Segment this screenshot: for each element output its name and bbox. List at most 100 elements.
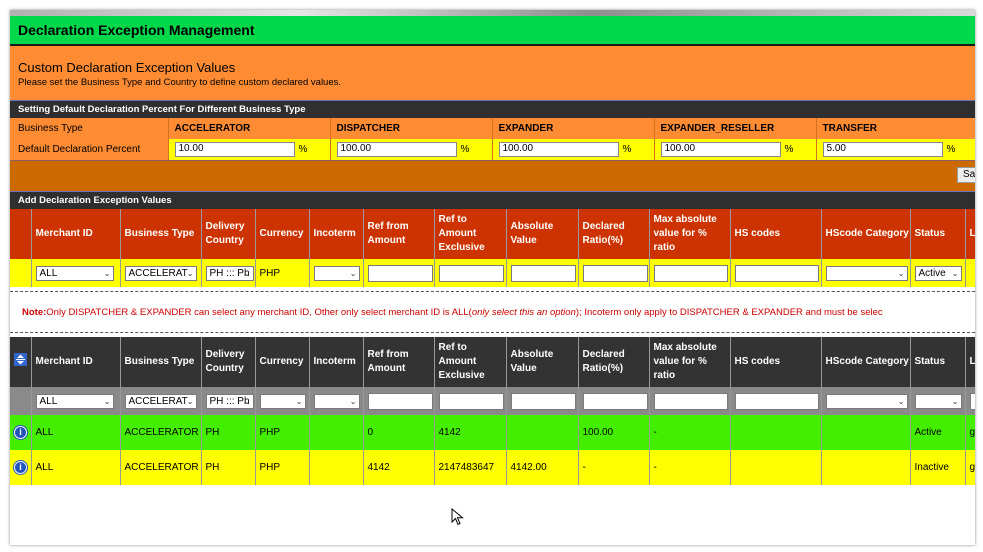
percent-cell-dispatcher: 100.00% [329,139,492,160]
percent-cell-transfer: 5.00% [815,139,975,160]
list-col-delivery-country[interactable]: Delivery Country [201,337,256,387]
cell-max-abs: - [649,415,731,450]
country-select[interactable]: PH ::: Ph ⌄ [205,265,254,281]
ref-from-input[interactable] [367,264,433,282]
list-col-currency[interactable]: Currency [255,337,310,387]
ref-to-input[interactable] [438,264,504,282]
chevron-down-icon: ⌄ [897,268,905,278]
page-title: Declaration Exception Management [10,16,975,46]
cell-status: Active [910,415,966,450]
info-icon[interactable]: i [14,426,27,439]
list-col-ratio[interactable]: Declared Ratio(%) [578,337,650,387]
max-abs-input[interactable] [653,264,728,282]
cell-max-abs: - [649,450,731,485]
percent-cell-expander-reseller: 100.00% [653,139,816,160]
note-prefix: Note: [22,306,47,318]
filter-ratio-input[interactable] [582,392,648,410]
cell-absolute [506,415,579,450]
col-hs-category: HScode Category [821,209,911,259]
cell-country: PH [201,415,256,450]
save-bar: Sa [10,160,975,191]
filter-merchant-select[interactable]: ALL ⌄ [35,393,114,409]
list-col-ref-to[interactable]: Ref to Amount Exclusive [434,337,507,387]
table-row[interactable]: i ALL ACCELERATOR PH PHP 4142 2147483647… [10,450,975,485]
absolute-input[interactable] [510,264,576,282]
col-incoterm: Incoterm [309,209,364,259]
save-button[interactable]: Sa [957,167,975,183]
filter-last-input[interactable] [969,392,975,410]
list-header-row: Merchant ID Business Type Delivery Count… [10,337,975,387]
business-type-select[interactable]: ACCELERAT ⌄ [124,265,197,281]
percent-input-dispatcher[interactable]: 100.00 [336,142,457,157]
filter-hs-codes-input[interactable] [734,392,819,410]
merchant-select[interactable]: ALL ⌄ [35,265,114,281]
hs-category-select[interactable]: ⌄ [825,265,908,281]
incoterm-select[interactable]: ⌄ [313,265,360,281]
percent-cell-accelerator: 10.00% [167,139,330,160]
filter-max-abs-input[interactable] [653,392,728,410]
filter-country-select[interactable]: PH ::: Ph ⌄ [205,393,254,409]
section-heading: Custom Declaration Exception Values [18,60,236,75]
add-form-row: ALL ⌄ ACCELERAT ⌄ PH ::: Ph ⌄ PHP ⌄ ⌄ Activ… [10,259,975,287]
list-col-business-type[interactable]: Business Type [120,337,202,387]
filter-status-select[interactable]: ⌄ [914,393,962,409]
list-col-status[interactable]: Status [910,337,966,387]
chevron-down-icon: ⌄ [951,268,959,278]
exceptions-list-table: Merchant ID Business Type Delivery Count… [10,337,975,485]
list-col-hs-category[interactable]: HScode Category [821,337,911,387]
cell-ratio: 100.00 [578,415,650,450]
col-status: Status [910,209,966,259]
list-col-merchant-id[interactable]: Merchant ID [31,337,121,387]
percent-input-expander[interactable]: 100.00 [498,142,619,157]
cell-hs [730,450,822,485]
chevron-down-icon: ⌄ [349,396,357,406]
filter-business-type-select[interactable]: ACCELERAT ⌄ [124,393,197,409]
cell-country: PH [201,450,256,485]
cell-ref-from: 4142 [363,450,435,485]
hs-codes-input[interactable] [734,264,819,282]
filter-incoterm-select[interactable]: ⌄ [313,393,360,409]
expand-collapse-icon[interactable] [14,353,27,366]
percent-sign: % [622,144,632,155]
currency-value: PHP [255,259,310,287]
cell-merchant: ALL [31,415,121,450]
col-ratio: Declared Ratio(%) [578,209,650,259]
cell-absolute: 4142.00 [506,450,579,485]
percent-sign: % [298,144,308,155]
filter-absolute-input[interactable] [510,392,576,410]
type-transfer: TRANSFER [815,118,975,139]
info-icon[interactable]: i [14,461,27,474]
percent-input-transfer[interactable]: 5.00 [822,142,943,157]
list-col-absolute[interactable]: Absolute Value [506,337,579,387]
list-col-hs-codes[interactable]: HS codes [730,337,822,387]
cell-ref-to: 4142 [434,415,507,450]
filter-hs-category-select[interactable]: ⌄ [825,393,908,409]
cell-currency: PHP [255,415,310,450]
cell-status: Inactive [910,450,966,485]
cell-hs-cat [821,450,911,485]
col-last: L [965,209,975,259]
percent-row: Default Declaration Percent 10.00% 100.0… [10,139,975,160]
percent-sign: % [784,144,794,155]
note-italic: only select this an option [471,306,576,318]
status-select[interactable]: Active ⌄ [914,265,962,281]
col-merchant-id: Merchant ID [31,209,121,259]
list-col-incoterm[interactable]: Incoterm [309,337,364,387]
chevron-down-icon: ⌄ [103,396,111,406]
cell-ratio: - [578,450,650,485]
filter-currency-select[interactable]: ⌄ [259,393,306,409]
table-row[interactable]: i ALL ACCELERATOR PH PHP 0 4142 100.00 -… [10,415,975,450]
chevron-down-icon: ⌄ [295,396,303,406]
list-col-ref-from[interactable]: Ref from Amount [363,337,435,387]
list-col-last[interactable]: L [965,337,975,387]
ratio-input[interactable] [582,264,648,282]
percent-input-accelerator[interactable]: 10.00 [174,142,295,157]
add-header-row: Merchant ID Business Type Delivery Count… [10,209,975,259]
percent-input-expander-reseller[interactable]: 100.00 [660,142,781,157]
filter-ref-from-input[interactable] [367,392,433,410]
business-type-label: Business Type [10,118,168,139]
list-col-max-abs[interactable]: Max absolute value for % ratio [649,337,731,387]
filter-ref-to-input[interactable] [438,392,504,410]
col-ref-to: Ref to Amount Exclusive [434,209,507,259]
business-type-row: Business Type ACCELERATOR DISPATCHER EXP… [10,118,975,139]
